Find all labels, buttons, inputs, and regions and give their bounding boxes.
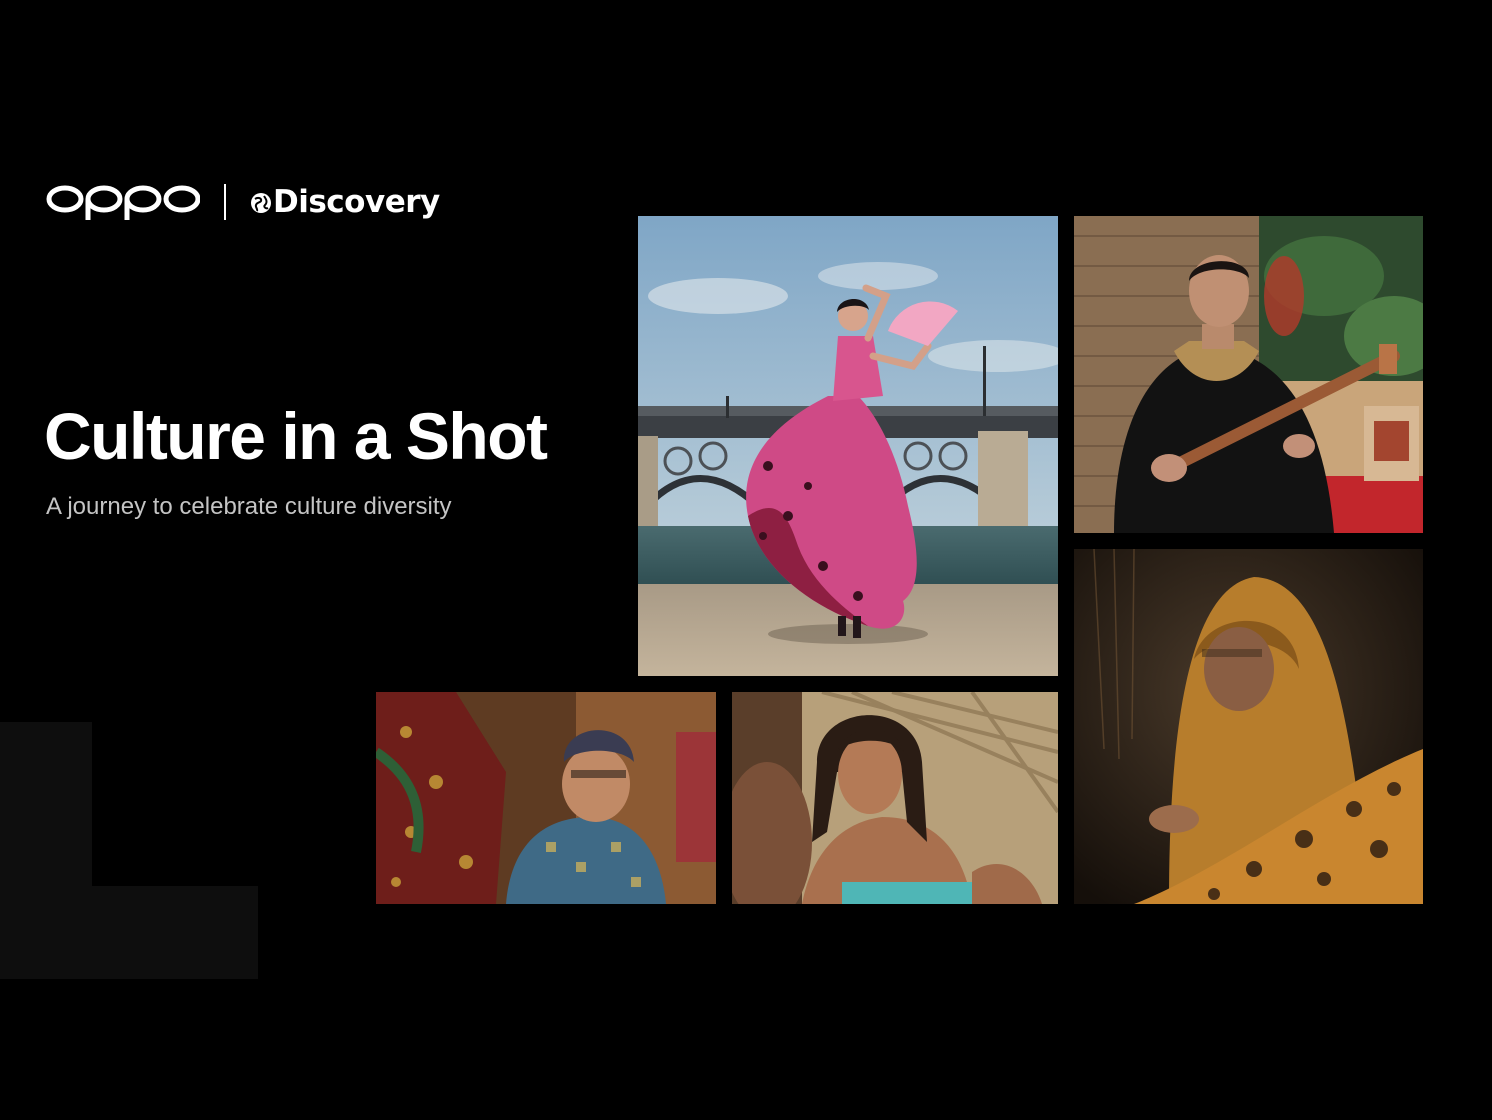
discovery-logo-text: Discovery: [273, 184, 440, 220]
oppo-logo: [46, 185, 200, 220]
logo-divider: [224, 184, 226, 220]
brand-logo-bar: Discovery: [46, 178, 440, 226]
decorative-block-horizontal: [0, 886, 258, 979]
string-instrument-musician-photo: [1074, 216, 1423, 533]
batik-artisan-photo: [1074, 549, 1423, 904]
page-title: Culture in a Shot: [44, 399, 548, 473]
child-portrait-photo: [732, 692, 1058, 904]
flamenco-dancer-photo: [638, 216, 1058, 676]
page-subtitle: A journey to celebrate culture diversity: [46, 493, 452, 520]
globe-icon: [251, 193, 271, 213]
discovery-logo: Discovery: [250, 184, 440, 220]
elder-with-puppets-photo: [376, 692, 716, 904]
